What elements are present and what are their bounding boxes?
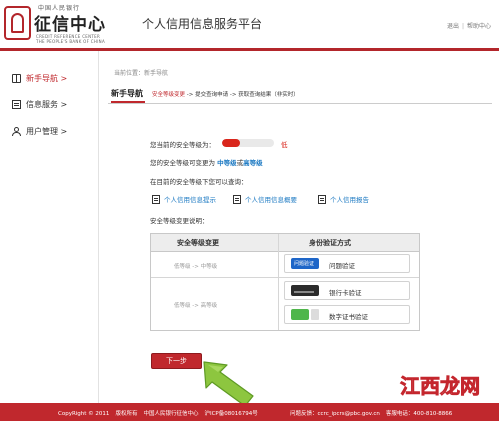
verification-table: 安全等级变更 身份验证方式 低等级 -> 中等级 低等级 -> 高等级 问题验证… bbox=[150, 233, 420, 331]
table-header: 安全等级变更 身份验证方式 bbox=[151, 234, 419, 252]
row-low-to-medium: 低等级 -> 中等级 bbox=[174, 264, 218, 270]
sidebar-item-label: 新手导航 > bbox=[26, 73, 68, 83]
bank-card-icon bbox=[291, 285, 319, 296]
level-change-prefix: 您的安全等级可变更为 bbox=[150, 159, 215, 167]
sidebar-item-label: 用户管理 > bbox=[26, 126, 68, 136]
level-option-medium: 中等级 bbox=[217, 159, 237, 167]
help-center-link[interactable]: 帮助中心 bbox=[467, 23, 491, 30]
logo-icon bbox=[4, 6, 31, 40]
footer-copyright: CopyRight © 2011 版权所有 中国人民银行征信中心 沪ICP备08016… bbox=[58, 409, 264, 417]
icp-text: 沪ICP备08016794号 bbox=[204, 411, 258, 417]
query-link-label: 个人信用信息概要 bbox=[245, 196, 297, 204]
security-level-fill bbox=[222, 139, 241, 147]
sidebar-item-beginner-guide[interactable]: 新手导航 > bbox=[12, 71, 67, 85]
sidebar-item-label: 信息服务 > bbox=[26, 99, 68, 109]
usb-cap-icon bbox=[311, 309, 319, 320]
usb-key-icon bbox=[291, 309, 309, 320]
org-text: 中国人民银行征信中心 bbox=[143, 411, 199, 417]
column-header-level-change: 安全等级变更 bbox=[177, 239, 219, 247]
table-divider bbox=[151, 277, 419, 278]
credit-info-summary-link[interactable]: 个人信用信息概要 bbox=[233, 194, 297, 204]
row-low-to-high: 低等级 -> 高等级 bbox=[174, 303, 218, 309]
sidebar-item-info-service[interactable]: 信息服务 > bbox=[12, 97, 67, 111]
report-icon bbox=[318, 194, 326, 204]
logo-en-line2: THE PEOPLE'S BANK OF CHINA bbox=[36, 39, 106, 44]
table-divider bbox=[278, 234, 279, 330]
summary-icon bbox=[233, 194, 241, 204]
column-header-verify-method: 身份验证方式 bbox=[309, 239, 351, 247]
breadcrumb: 当前位置：新手导航 bbox=[114, 70, 169, 77]
sidebar: 新手导航 > 信息服务 > 用户管理 > bbox=[0, 51, 99, 403]
question-verify-icon: 问题验证 bbox=[291, 258, 319, 269]
queryable-items-label: 在目前的安全等级下您可以查询： bbox=[150, 178, 248, 186]
feedback-email: 问题反馈：ccrc_ipcrs@pbc.gov.cn bbox=[290, 411, 380, 417]
security-level-value: 低 bbox=[281, 141, 288, 149]
copyright-text: CopyRight © 2011 bbox=[58, 411, 110, 417]
footer-contact: 问题反馈：ccrc_ipcrs@pbc.gov.cn 客服电话：400-810-8… bbox=[290, 409, 458, 417]
next-step-button[interactable]: 下一步 bbox=[151, 353, 202, 369]
level-change-line: 您的安全等级可变更为 中等级或高等级 bbox=[150, 157, 263, 167]
level-change-explain-label: 安全等级变更说明： bbox=[150, 217, 209, 225]
page-title-row: 新手导航 安全等级变更 -> 提交查询申请 -> 获取查询结果（非实时） bbox=[108, 86, 492, 104]
user-icon bbox=[12, 126, 21, 136]
query-link-label: 个人信用信息提示 bbox=[164, 196, 216, 204]
logout-link[interactable]: 退出 bbox=[447, 23, 459, 30]
page-title: 新手导航 bbox=[111, 89, 145, 103]
watermark-text: 江西龙网 bbox=[400, 374, 480, 398]
site-footer: CopyRight © 2011 版权所有 中国人民银行征信中心 沪ICP备08016… bbox=[0, 403, 499, 421]
question-icon-text: 问题验证 bbox=[294, 261, 315, 267]
remaining-steps: -> 提交查询申请 -> 获取查询结果（非实时） bbox=[186, 92, 299, 98]
query-link-label: 个人信用报告 bbox=[330, 196, 369, 204]
sidebar-item-user-management[interactable]: 用户管理 > bbox=[12, 124, 67, 138]
method-label: 数字证书验证 bbox=[329, 313, 368, 321]
logo-title: 征信中心 bbox=[34, 15, 106, 35]
credit-report-link[interactable]: 个人信用报告 bbox=[318, 194, 369, 204]
hotline-text: 客服电话：400-810-8866 bbox=[385, 411, 453, 417]
watermark-logo: 江西龙网 bbox=[400, 374, 481, 399]
document-icon bbox=[12, 99, 21, 109]
question-verify-option[interactable]: 问题验证 问题验证 bbox=[284, 254, 410, 273]
bankcard-verify-option[interactable]: 银行卡验证 bbox=[284, 281, 410, 300]
current-step: 安全等级变更 bbox=[152, 92, 186, 98]
step-progress: 安全等级变更 -> 提交查询申请 -> 获取查询结果（非实时） bbox=[152, 90, 299, 98]
credit-info-tips-link[interactable]: 个人信用信息提示 bbox=[152, 194, 216, 204]
method-label: 银行卡验证 bbox=[329, 289, 362, 297]
level-option-high: 高等级 bbox=[243, 159, 263, 167]
security-level-label: 您当前的安全等级为： bbox=[150, 141, 215, 149]
header-links: 退出 | 帮助中心 bbox=[446, 23, 491, 30]
pointer-arrow-icon bbox=[203, 361, 254, 407]
notice-icon bbox=[152, 194, 160, 204]
platform-title: 个人信用信息服务平台 bbox=[142, 17, 263, 31]
site-header: 中国人民银行 征信中心 CREDIT REFERENCE CENTER THE … bbox=[0, 0, 499, 48]
book-icon bbox=[12, 73, 21, 83]
method-label: 问题验证 bbox=[329, 262, 355, 270]
security-level-bar bbox=[222, 139, 274, 147]
digital-cert-verify-option[interactable]: 数字证书验证 bbox=[284, 305, 410, 324]
rights-text: 版权所有 bbox=[115, 411, 138, 417]
